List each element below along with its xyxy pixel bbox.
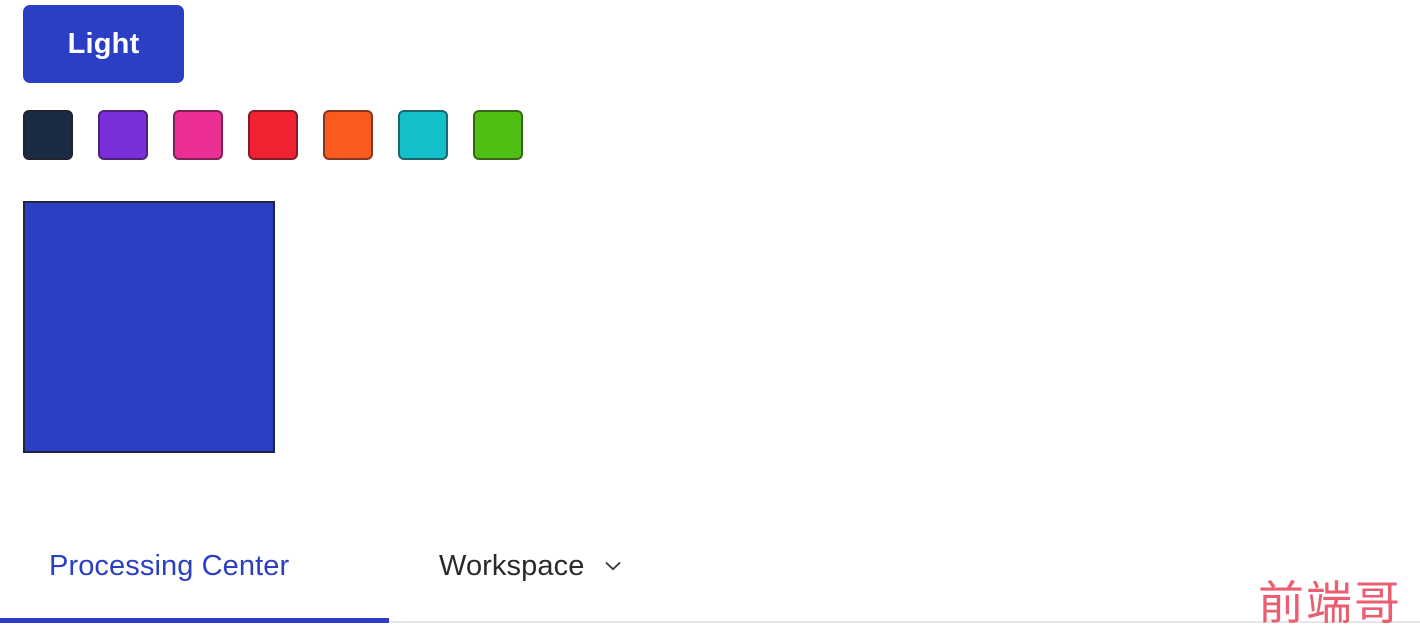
watermark: 前端哥 [1258,578,1402,629]
tab-processing-center[interactable]: Processing Center [0,512,389,620]
chevron-down-icon[interactable] [602,555,624,577]
color-swatch-red[interactable] [248,110,298,160]
color-swatch-pink[interactable] [173,110,223,160]
color-swatch-cyan[interactable] [398,110,448,160]
color-swatch-purple[interactable] [98,110,148,160]
tab-processing-center-label: Processing Center [49,549,290,582]
tab-bar: Processing Center Workspace [0,512,1420,622]
color-swatch-green[interactable] [473,110,523,160]
app-root: Light Processing Center Workspace 前端哥 [0,0,1420,644]
color-swatch-dark[interactable] [23,110,73,160]
color-swatch-row [23,110,523,160]
tab-workspace[interactable]: Workspace [389,512,624,620]
tab-active-indicator [0,618,389,623]
tab-workspace-label: Workspace [439,549,585,582]
color-preview-block [23,201,275,453]
color-swatch-orange[interactable] [323,110,373,160]
theme-mode-button[interactable]: Light [23,5,184,83]
